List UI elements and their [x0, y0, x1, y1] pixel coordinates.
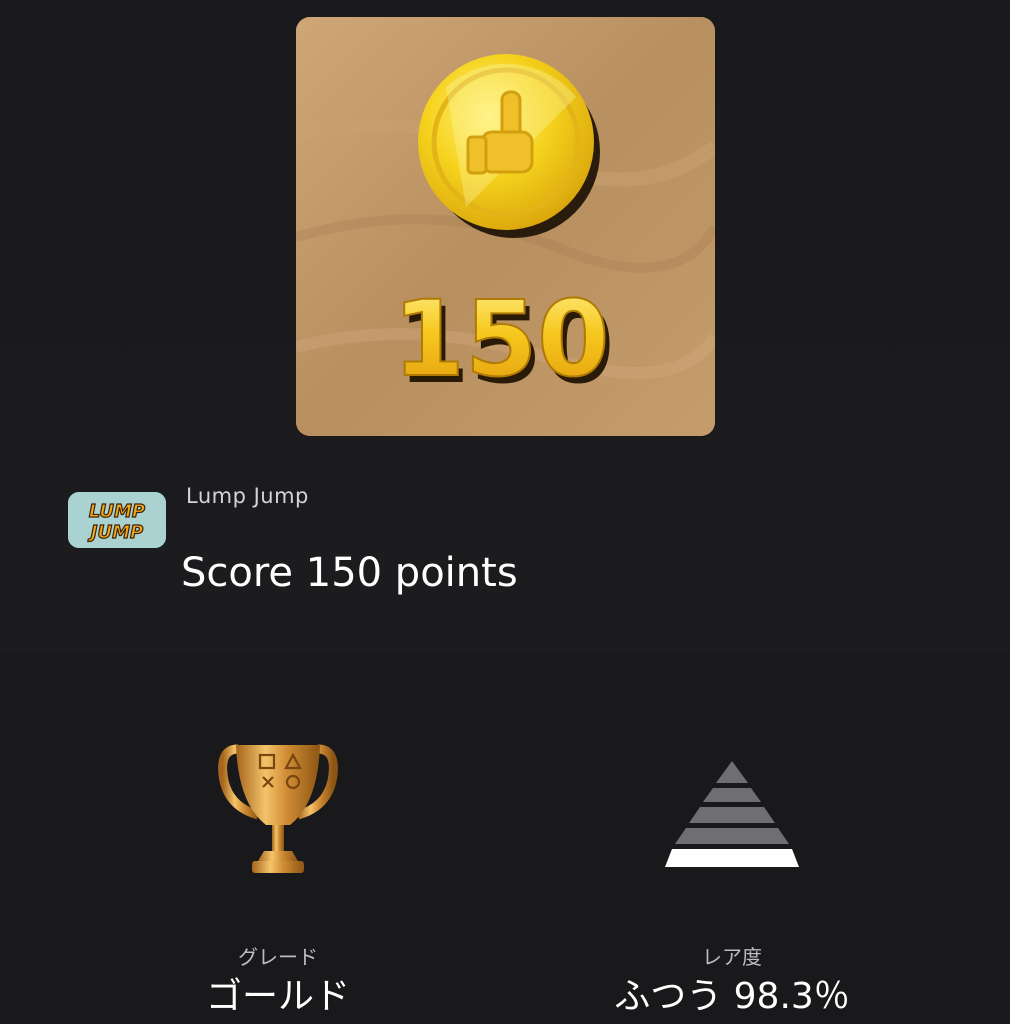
- trophy-artwork-number: 150: [392, 278, 609, 400]
- grade-label: グレード: [238, 945, 318, 969]
- svg-text:LUMP: LUMP: [89, 501, 145, 522]
- trophy-title: Score 150 points: [181, 550, 518, 596]
- trophy-artwork: 150 150: [296, 17, 715, 436]
- trophy-stats: グレード ゴールド レア度 ふつう 98.3％: [0, 653, 1010, 1024]
- lump-jump-logo-icon: LUMP JUMP: [68, 492, 166, 548]
- coin-artwork-icon: 150 150: [296, 17, 715, 436]
- svg-text:JUMP: JUMP: [88, 522, 143, 543]
- trophy-header: 150 150 LUMP JUMP Lump Jump Score 150 po…: [0, 0, 1010, 652]
- rarity-pyramid-icon: [582, 741, 882, 891]
- rarity-level-common: [665, 849, 799, 867]
- game-icon[interactable]: LUMP JUMP: [68, 492, 166, 548]
- rarity-value: ふつう 98.3％: [614, 976, 850, 1017]
- grade-value: ゴールド: [205, 976, 350, 1017]
- rarity-label: レア度: [702, 945, 762, 969]
- game-info: LUMP JUMP Lump Jump Score 150 points: [0, 470, 1010, 620]
- gold-trophy-icon: [128, 741, 428, 891]
- game-name[interactable]: Lump Jump: [186, 484, 309, 508]
